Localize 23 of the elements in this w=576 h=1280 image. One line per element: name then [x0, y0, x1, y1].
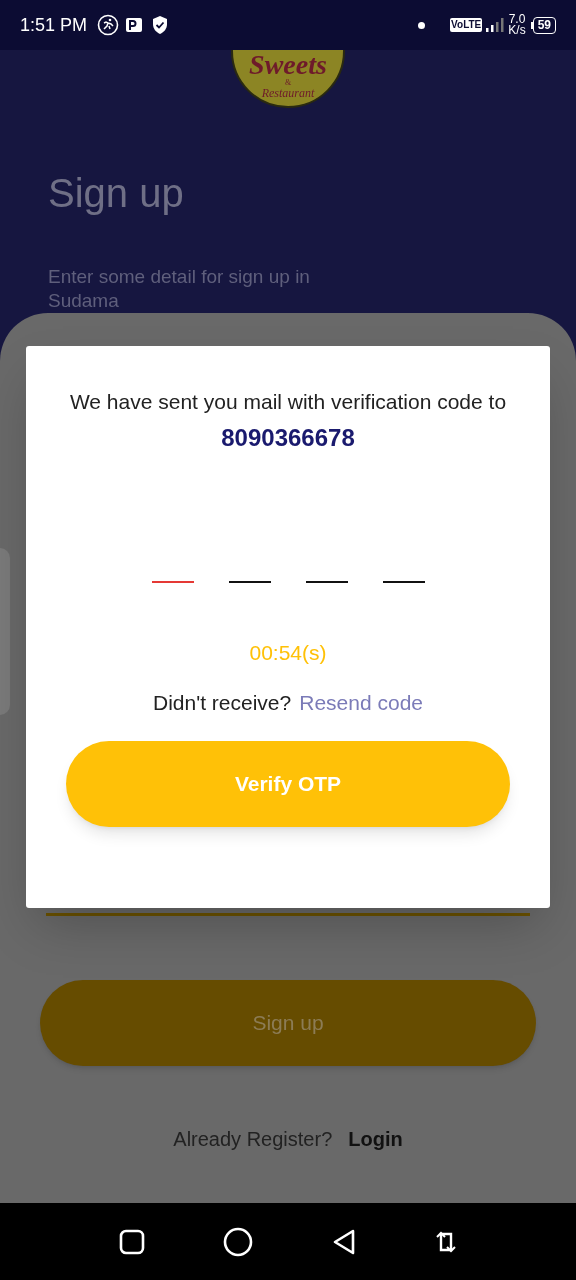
status-time: 1:51 PM	[20, 13, 88, 37]
phone-number: 8090366678	[221, 423, 355, 453]
page-title: Sign up	[48, 170, 184, 217]
battery-icon: 59	[530, 16, 556, 34]
recents-icon[interactable]	[119, 1228, 145, 1255]
resend-code-link[interactable]: Resend code	[299, 686, 423, 718]
verification-message: We have sent you mail with verification code to	[68, 389, 508, 415]
resend-prompt: Didn't receive?	[153, 689, 292, 716]
running-figure-icon	[97, 14, 120, 36]
parking-icon	[125, 16, 144, 34]
signal-icon	[484, 17, 505, 33]
sign-up-button[interactable]: Sign up	[40, 980, 536, 1066]
shield-check-icon	[151, 15, 170, 35]
login-link[interactable]: Login	[348, 1124, 403, 1154]
back-icon[interactable]	[331, 1227, 357, 1256]
volte-badge: VoLTE	[450, 18, 483, 32]
login-prompt: Already Register?	[173, 1127, 333, 1152]
speed-value: 7.0	[508, 14, 526, 25]
speed-unit: K/s	[508, 25, 526, 36]
countdown-timer: 00:54(s)	[249, 640, 327, 666]
page-subtitle: Enter some detail for sign up in Sudama	[48, 265, 311, 313]
logo: Sweets & Restaurant	[231, 50, 345, 108]
home-icon[interactable]	[223, 1226, 253, 1257]
